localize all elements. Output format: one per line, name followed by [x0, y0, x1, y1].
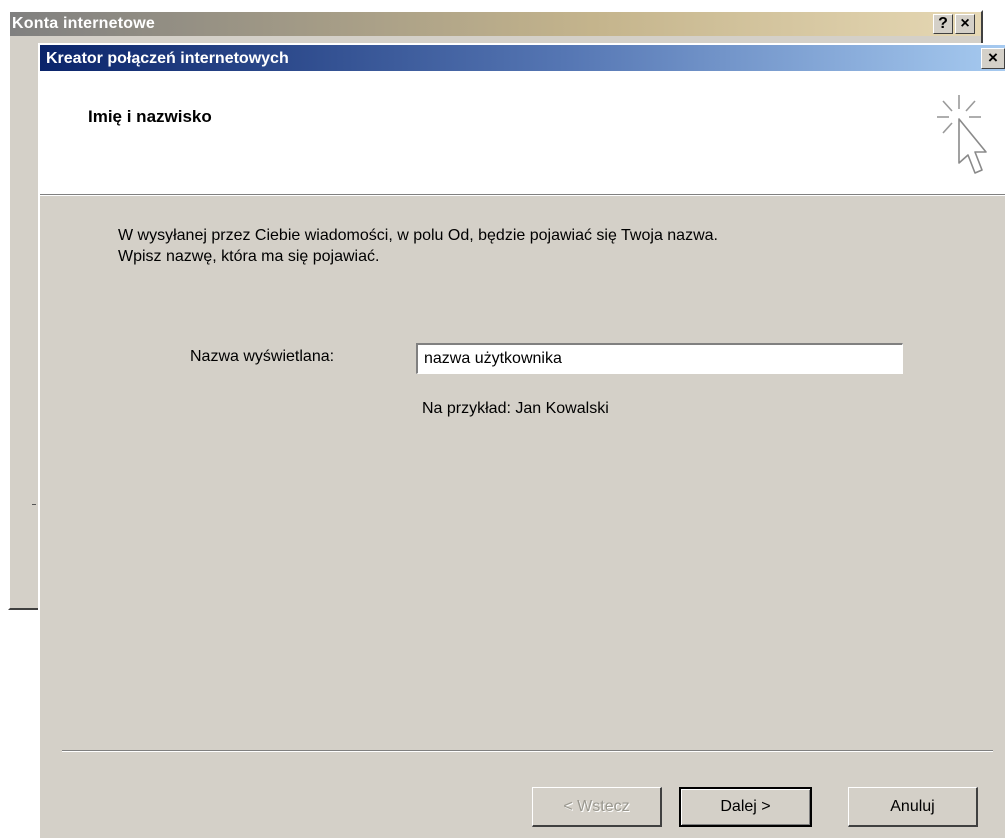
help-button[interactable]: ?	[933, 14, 953, 34]
wizard-close-button[interactable]: ×	[981, 48, 1005, 69]
background-window-mark	[32, 504, 36, 505]
background-window-title: Konta internetowe	[12, 15, 155, 32]
back-button[interactable]: < Wstecz	[532, 787, 662, 827]
wizard-title: Kreator połączeń internetowych	[46, 50, 289, 67]
wizard-description: W wysyłanej przez Ciebie wiadomości, w p…	[118, 225, 978, 267]
display-name-label: Nazwa wyświetlana:	[190, 348, 335, 365]
description-line-2: Wpisz nazwę, która ma się pojawiać.	[118, 248, 380, 265]
next-button[interactable]: Dalej >	[679, 787, 812, 827]
page-title: Imię i nazwisko	[88, 107, 212, 126]
background-window-titlebar[interactable]: Konta internetowe ? ×	[10, 12, 981, 36]
button-separator	[62, 750, 993, 752]
wizard-header-panel: Imię i nazwisko	[40, 71, 1005, 196]
display-name-example: Na przykład: Jan Kowalski	[422, 400, 609, 417]
cancel-button[interactable]: Anuluj	[848, 787, 978, 827]
wizard-cursor-sparkle-icon	[937, 95, 987, 174]
background-close-button[interactable]: ×	[955, 14, 975, 34]
display-name-input[interactable]	[416, 343, 903, 374]
description-line-1: W wysyłanej przez Ciebie wiadomości, w p…	[118, 227, 718, 244]
wizard-titlebar[interactable]: Kreator połączeń internetowych ×	[40, 45, 1005, 71]
internet-connection-wizard-dialog: Kreator połączeń internetowych × Imię i …	[38, 43, 1005, 838]
